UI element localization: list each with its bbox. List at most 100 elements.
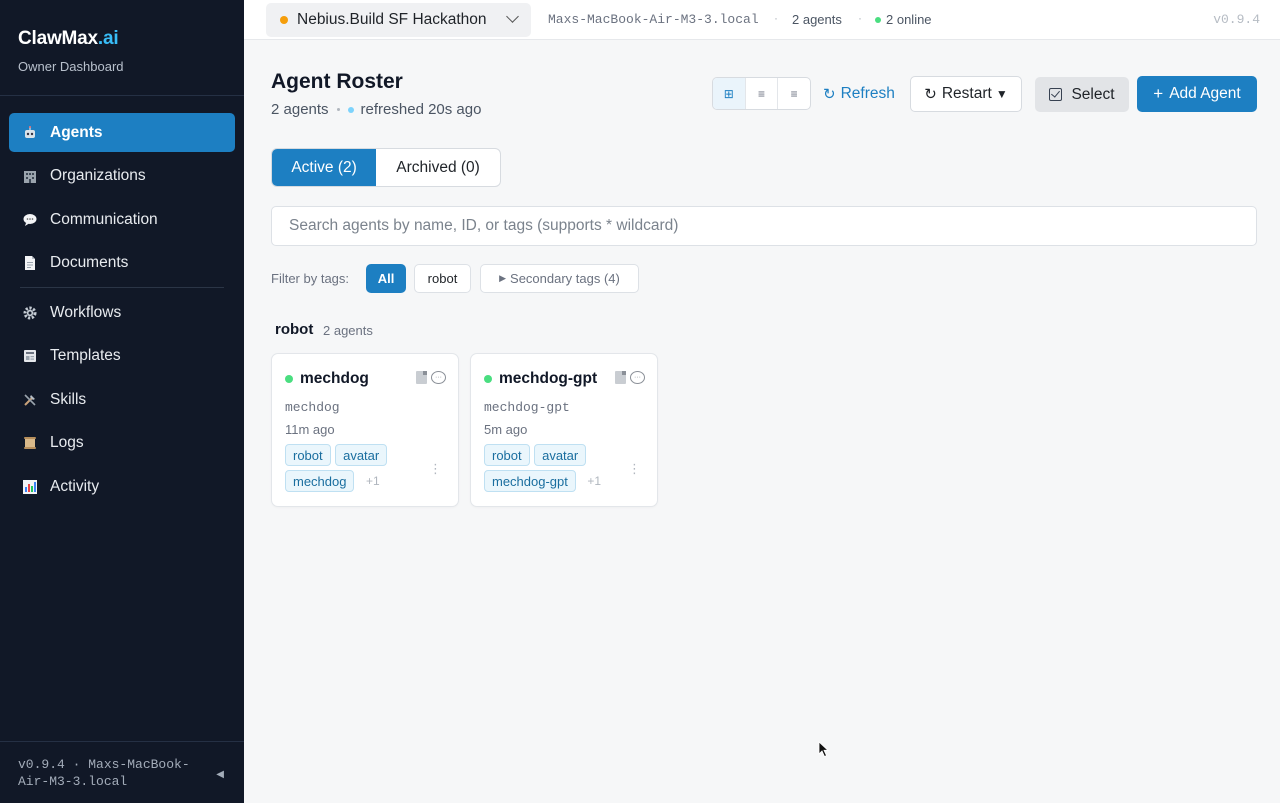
- status-tabs: Active (2) Archived (0): [271, 148, 501, 187]
- group-count: 2 agents: [323, 323, 373, 338]
- sidebar-item-communication[interactable]: Communication: [9, 200, 235, 239]
- kebab-menu-icon[interactable]: ⋮: [429, 462, 442, 475]
- compact-view-icon[interactable]: ≡: [778, 78, 810, 109]
- search-input[interactable]: [271, 206, 1257, 246]
- checkbox-icon: [1049, 88, 1063, 101]
- sidebar-item-agents[interactable]: Agents: [9, 113, 235, 152]
- chevron-down-icon: [506, 10, 519, 23]
- document-icon[interactable]: [416, 371, 427, 384]
- agent-card-actions: ···: [615, 371, 645, 384]
- agent-tags: robot avatar mechdog +1: [285, 444, 435, 496]
- footer-host-continued: Air-M3-3.local: [18, 774, 128, 789]
- agent-card[interactable]: mechdog-gpt ··· mechdog-gpt 5m ago robot…: [470, 353, 658, 507]
- sidebar-item-label: Logs: [50, 434, 84, 451]
- filter-label: Filter by tags:: [271, 271, 350, 286]
- separator-dot: ·: [858, 11, 862, 25]
- agent-tag[interactable]: mechdog-gpt: [484, 470, 576, 492]
- kebab-menu-icon[interactable]: ⋮: [628, 462, 641, 475]
- tools-icon: [21, 391, 39, 409]
- sidebar-divider: [20, 287, 224, 288]
- workspace-status-dot: [280, 16, 288, 24]
- chat-icon[interactable]: ···: [630, 371, 645, 384]
- select-button[interactable]: Select: [1035, 77, 1129, 112]
- refresh-button[interactable]: ↻ Refresh: [823, 85, 895, 103]
- collapse-sidebar-icon[interactable]: ◀: [216, 766, 224, 783]
- agent-count: 2 agents: [271, 101, 329, 118]
- brand-subtitle: Owner Dashboard: [18, 59, 124, 74]
- agent-card-actions: ···: [416, 371, 446, 384]
- group-title: robot: [275, 321, 314, 338]
- sidebar: ClawMax.ai Owner Dashboard Agents Organi…: [0, 0, 244, 803]
- tab-active[interactable]: Active (2): [272, 149, 377, 186]
- sidebar-item-workflows[interactable]: Workflows: [9, 293, 235, 332]
- gear-icon: [21, 304, 39, 322]
- agent-tag[interactable]: avatar: [534, 444, 587, 466]
- top-bar: Nebius.Build SF Hackathon Maxs-MacBook-A…: [244, 0, 1280, 40]
- refresh-label: Refresh: [840, 85, 895, 102]
- chat-icon[interactable]: ···: [431, 371, 446, 384]
- agent-name: mechdog: [300, 370, 369, 387]
- robot-icon: [21, 124, 39, 142]
- agent-card-header: mechdog-gpt: [484, 370, 597, 388]
- agent-tag[interactable]: robot: [285, 444, 331, 466]
- more-tags-count[interactable]: +1: [580, 470, 608, 492]
- host-name: Maxs-MacBook-Air-M3-3.local: [548, 12, 759, 27]
- sidebar-item-logs[interactable]: Logs: [9, 424, 235, 463]
- agent-tags: robot avatar mechdog-gpt +1: [484, 444, 634, 496]
- brand-logo[interactable]: ClawMax.ai: [18, 28, 226, 50]
- page-subtitle: 2 agents refreshed 20s ago: [271, 101, 481, 118]
- list-view-icon[interactable]: ≡: [746, 78, 779, 109]
- online-count: 2 online: [886, 12, 932, 27]
- agent-card[interactable]: mechdog ··· mechdog 11m ago robot avatar…: [271, 353, 459, 507]
- sidebar-footer: v0.9.4 · Maxs-MacBook- Air-M3-3.local ◀: [0, 741, 244, 803]
- tab-archived[interactable]: Archived (0): [376, 149, 500, 186]
- document-icon: [21, 254, 39, 272]
- sidebar-nav: Agents Organizations Communication Docum…: [0, 96, 244, 506]
- sidebar-item-activity[interactable]: Activity: [9, 467, 235, 506]
- secondary-tags-label: Secondary tags (4): [510, 271, 620, 286]
- refresh-icon: ↻: [823, 86, 836, 103]
- template-icon: [21, 347, 39, 365]
- version-label: v0.9.4: [1213, 12, 1260, 27]
- grid-view-icon[interactable]: ⊞: [713, 78, 746, 109]
- speech-bubble-icon: [21, 211, 39, 229]
- online-status-dot: [484, 375, 492, 383]
- triangle-right-icon: ▶: [499, 273, 507, 283]
- agent-id: mechdog: [285, 400, 340, 415]
- agents-count: 2 agents: [792, 12, 842, 27]
- scroll-icon: [21, 434, 39, 452]
- sidebar-item-label: Skills: [50, 390, 87, 408]
- separator-dot: [336, 108, 340, 111]
- workspace-name: Nebius.Build SF Hackathon: [297, 11, 487, 28]
- agent-tag[interactable]: avatar: [335, 444, 388, 466]
- brand-accent: .ai: [97, 28, 119, 49]
- refreshed-time: refreshed 20s ago: [360, 101, 482, 118]
- sidebar-item-label: Templates: [50, 347, 121, 364]
- sidebar-item-templates[interactable]: Templates: [9, 337, 235, 376]
- agent-tag[interactable]: robot: [484, 444, 530, 466]
- sidebar-item-documents[interactable]: Documents: [9, 244, 235, 283]
- agent-last-seen: 11m ago: [285, 422, 335, 437]
- add-agent-button[interactable]: + Add Agent: [1137, 76, 1257, 112]
- secondary-tags-toggle[interactable]: ▶ Secondary tags (4): [480, 264, 639, 293]
- sidebar-item-label: Workflows: [50, 303, 122, 321]
- brand-name: ClawMax: [18, 28, 98, 49]
- bar-chart-icon: [21, 478, 39, 496]
- document-icon[interactable]: [615, 371, 626, 384]
- online-status: 2 online: [875, 12, 932, 27]
- select-label: Select: [1071, 85, 1115, 103]
- footer-version-host: v0.9.4 · Maxs-MacBook-: [18, 757, 190, 772]
- restart-label: Restart: [941, 85, 992, 102]
- view-toggle: ⊞ ≡ ≡: [712, 77, 811, 110]
- restart-button[interactable]: ↻ Restart ▼: [910, 76, 1022, 112]
- brand: ClawMax.ai Owner Dashboard: [0, 0, 244, 96]
- agent-tag[interactable]: mechdog: [285, 470, 355, 492]
- tag-filter-robot[interactable]: robot: [414, 264, 471, 293]
- more-tags-count[interactable]: +1: [359, 470, 387, 492]
- sidebar-item-skills[interactable]: Skills: [9, 380, 235, 419]
- agent-card-header: mechdog: [285, 370, 369, 388]
- tag-filter-all[interactable]: All: [366, 264, 406, 293]
- sidebar-item-organizations[interactable]: Organizations: [9, 157, 235, 196]
- agent-last-seen: 5m ago: [484, 422, 528, 437]
- workspace-selector[interactable]: Nebius.Build SF Hackathon: [266, 3, 531, 37]
